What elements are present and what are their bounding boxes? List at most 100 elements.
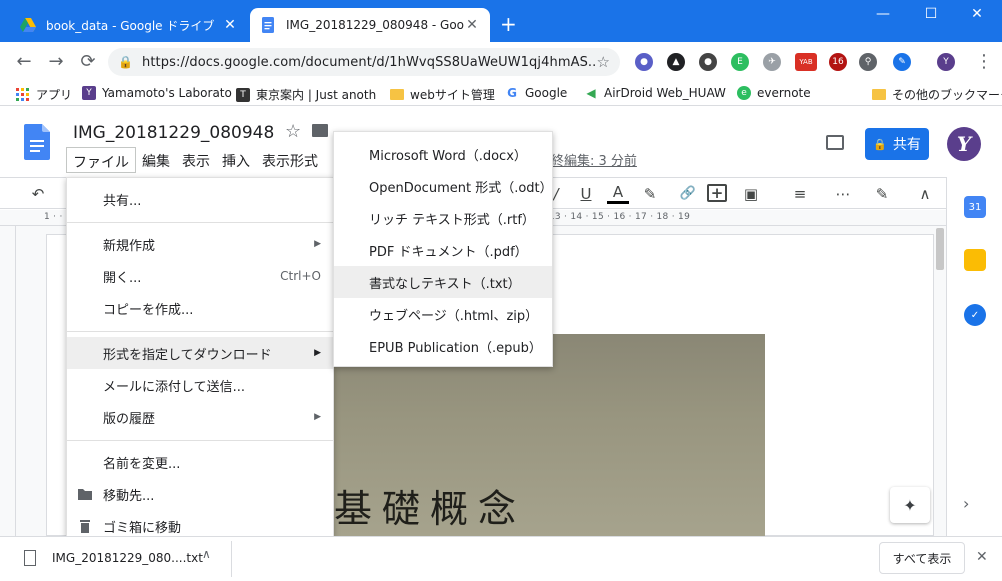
bookmark-label: 東京案内 | Just anoth bbox=[256, 88, 377, 102]
forward-button[interactable]: → bbox=[44, 50, 68, 74]
browser-menu-button[interactable]: ⋮ bbox=[972, 50, 996, 74]
back-button[interactable]: ← bbox=[12, 50, 36, 74]
maximize-button[interactable]: ☐ bbox=[916, 6, 946, 22]
explore-button[interactable]: ✦ bbox=[890, 487, 930, 523]
file-menu-open[interactable]: 開く... Ctrl+O bbox=[67, 260, 333, 292]
google-docs-logo-icon[interactable] bbox=[24, 124, 50, 160]
download-epub[interactable]: EPUB Publication（.epub） bbox=[334, 330, 552, 362]
window-close-button[interactable]: ✕ bbox=[962, 6, 992, 22]
add-comment-icon[interactable]: + bbox=[707, 184, 727, 202]
collapse-icon[interactable]: ∧ bbox=[915, 184, 935, 204]
document-title[interactable]: IMG_20181229_080948 bbox=[73, 123, 274, 143]
menu-item-label: コピーを作成... bbox=[103, 302, 194, 318]
link-icon[interactable]: 🔗 bbox=[677, 184, 699, 204]
menu-format[interactable]: 表示形式 bbox=[256, 147, 324, 173]
avatar[interactable]: Y bbox=[947, 127, 981, 161]
evernote-extension-icon[interactable]: E bbox=[731, 53, 749, 71]
menu-insert[interactable]: 挿入 bbox=[216, 147, 256, 173]
file-menu-version-history[interactable]: 版の履歴 ▶ bbox=[67, 401, 333, 433]
reload-button[interactable]: ⟳ bbox=[76, 50, 100, 74]
bookmark-tokyo-guide[interactable]: T 東京案内 | Just anoth bbox=[236, 86, 376, 103]
menu-item-label: メールに添付して送信... bbox=[103, 379, 246, 395]
bookmark-website-admin[interactable]: webサイト管理 bbox=[390, 86, 495, 103]
comment-history-icon[interactable] bbox=[826, 135, 844, 150]
bookmark-airdroid[interactable]: ◀ AirDroid Web_HUAW bbox=[584, 86, 726, 100]
downloaded-file-name[interactable]: IMG_20181229_080....txt bbox=[52, 551, 203, 565]
bookmark-apps[interactable]: アプリ bbox=[16, 86, 72, 103]
bookmark-other[interactable]: その他のブックマーク bbox=[872, 86, 1002, 103]
close-icon[interactable]: ✕ bbox=[976, 549, 988, 565]
bird-extension-icon[interactable]: ✈ bbox=[763, 53, 781, 71]
shield-extension-icon[interactable]: 16 bbox=[829, 53, 847, 71]
menu-file[interactable]: ファイル bbox=[66, 147, 136, 173]
tab-document[interactable]: IMG_20181229_080948 - Google ✕ bbox=[250, 8, 490, 42]
download-txt[interactable]: 書式なしテキスト（.txt） bbox=[334, 266, 552, 298]
file-menu-email-attachment[interactable]: メールに添付して送信... bbox=[67, 369, 333, 401]
file-menu: 共有... 新規作成 ▶ 開く... Ctrl+O コピーを作成... 形式を指… bbox=[66, 177, 334, 537]
download-odt[interactable]: OpenDocument 形式（.odt） bbox=[334, 170, 553, 202]
scrollbar-thumb[interactable] bbox=[936, 228, 944, 270]
file-menu-new[interactable]: 新規作成 ▶ bbox=[67, 228, 333, 260]
align-icon[interactable]: ≡ bbox=[786, 184, 814, 204]
text-color-icon[interactable]: A bbox=[607, 184, 629, 204]
google-drive-icon bbox=[20, 18, 36, 32]
file-menu-rename[interactable]: 名前を変更... bbox=[67, 446, 333, 478]
url-text[interactable]: https://docs.google.com/document/d/1hWvq… bbox=[142, 55, 597, 70]
pin-extension-icon[interactable]: ⚲ bbox=[859, 53, 877, 71]
globe-extension-icon[interactable]: ● bbox=[635, 53, 653, 71]
editing-mode-icon[interactable]: ✎ bbox=[868, 184, 896, 204]
menu-item-label: 形式を指定してダウンロード bbox=[103, 347, 272, 363]
balls-extension-icon[interactable]: ● bbox=[699, 53, 717, 71]
file-menu-make-copy[interactable]: コピーを作成... bbox=[67, 292, 333, 324]
menu-edit[interactable]: 編集 bbox=[136, 147, 176, 173]
download-docx[interactable]: Microsoft Word（.docx） bbox=[334, 138, 552, 170]
photo-text: 基礎概念 bbox=[334, 487, 527, 531]
scrollbar-track[interactable] bbox=[934, 226, 946, 536]
download-html-zip[interactable]: ウェブページ（.html、zip） bbox=[334, 298, 552, 330]
highlight-icon[interactable]: ✎ bbox=[640, 184, 660, 204]
file-menu-share[interactable]: 共有... bbox=[67, 183, 333, 215]
bookmark-evernote[interactable]: e evernote bbox=[737, 86, 811, 100]
underline-icon[interactable]: U bbox=[577, 184, 595, 204]
show-all-button[interactable]: すべて表示 bbox=[879, 542, 965, 574]
tasks-icon[interactable]: ✓ bbox=[964, 304, 986, 326]
bookmark-label: webサイト管理 bbox=[410, 88, 495, 102]
cloud-upload-extension-icon[interactable]: ▲ bbox=[667, 53, 685, 71]
new-tab-button[interactable]: + bbox=[500, 14, 517, 34]
calendar-icon[interactable]: 31 bbox=[964, 196, 986, 218]
download-pdf[interactable]: PDF ドキュメント（.pdf） bbox=[334, 234, 552, 266]
close-icon[interactable]: ✕ bbox=[464, 17, 480, 33]
download-rtf[interactable]: リッチ テキスト形式（.rtf） bbox=[334, 202, 552, 234]
eyedropper-extension-icon[interactable]: ✎ bbox=[893, 53, 911, 71]
lock-icon[interactable]: 🔒 bbox=[118, 55, 134, 69]
folder-icon[interactable] bbox=[312, 124, 328, 137]
file-menu-move-to[interactable]: 移動先... bbox=[67, 478, 333, 510]
bookmark-yamamoto-lab[interactable]: Y Yamamoto's Laborato bbox=[82, 86, 232, 100]
more-icon[interactable]: ⋯ bbox=[833, 184, 853, 204]
undo-icon[interactable]: ↶ bbox=[28, 184, 48, 204]
menu-item-label: 開く... bbox=[103, 270, 142, 286]
side-panel: 31 ✓ bbox=[946, 177, 1002, 536]
file-icon[interactable] bbox=[24, 550, 36, 566]
vertical-ruler[interactable] bbox=[0, 226, 16, 536]
keep-icon[interactable] bbox=[964, 249, 986, 271]
star-icon[interactable]: ☆ bbox=[285, 121, 301, 142]
chevron-up-icon[interactable]: ∧ bbox=[202, 547, 211, 561]
bookmark-label: その他のブックマーク bbox=[892, 88, 1002, 102]
bookmark-google[interactable]: G Google bbox=[505, 86, 567, 100]
tab-title: IMG_20181229_080948 - Google bbox=[286, 18, 464, 32]
insert-image-icon[interactable]: ▣ bbox=[737, 184, 765, 204]
close-icon[interactable]: ✕ bbox=[222, 17, 238, 33]
address-bar[interactable]: 🔒 https://docs.google.com/document/d/1hW… bbox=[108, 48, 620, 76]
file-menu-download-as[interactable]: 形式を指定してダウンロード ▶ bbox=[67, 337, 333, 369]
share-button[interactable]: 🔒 共有 bbox=[865, 128, 929, 160]
evernote-icon: e bbox=[737, 86, 751, 100]
expand-side-panel-icon[interactable]: › bbox=[963, 494, 969, 513]
yamamoto-extension-icon[interactable]: Y bbox=[937, 53, 955, 71]
tab-book-data[interactable]: book_data - Google ドライブ ✕ bbox=[10, 8, 248, 42]
bookmark-star-icon[interactable]: ☆ bbox=[597, 53, 610, 71]
menu-view[interactable]: 表示 bbox=[176, 147, 216, 173]
minimize-button[interactable]: — bbox=[868, 6, 898, 22]
yab-extension-icon[interactable]: YAB bbox=[795, 53, 817, 71]
folder-icon bbox=[390, 89, 404, 100]
